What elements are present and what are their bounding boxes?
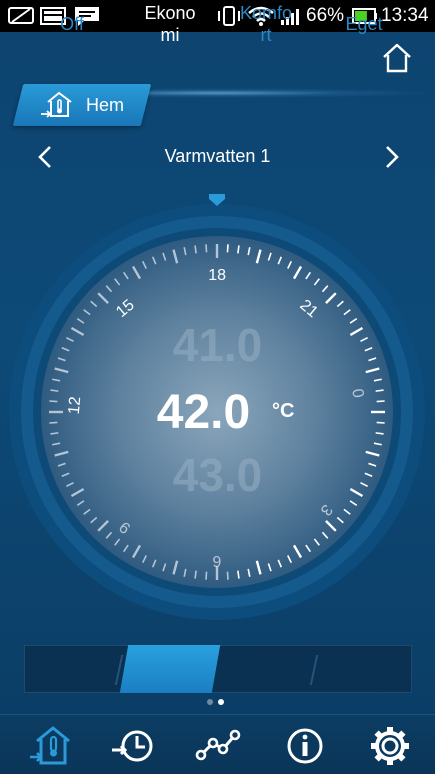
breadcrumb-content: Hem bbox=[40, 84, 124, 126]
house-thermometer-icon bbox=[41, 91, 72, 118]
title-row: Varmvatten 1 bbox=[0, 140, 435, 174]
next-temperature: 43.0 bbox=[172, 449, 263, 501]
dial-tick bbox=[205, 571, 208, 580]
page-dot bbox=[207, 699, 213, 705]
dial-hour-label: 6 bbox=[212, 552, 221, 569]
mode-ekonomi[interactable]: Ekono mi bbox=[124, 0, 216, 48]
mode-active-highlight bbox=[119, 645, 221, 693]
dial-tick bbox=[226, 244, 229, 253]
breadcrumb-label: Hem bbox=[86, 94, 125, 115]
info-icon[interactable] bbox=[282, 723, 328, 769]
home-icon[interactable] bbox=[27, 723, 73, 769]
current-temperature: 42.0 bbox=[156, 386, 251, 439]
dial-hour-label: 18 bbox=[208, 267, 226, 284]
schedule-clock-icon[interactable] bbox=[110, 723, 156, 769]
temperature-unit: °C bbox=[272, 400, 295, 422]
page-indicator bbox=[207, 699, 224, 705]
mode-label: Eget bbox=[345, 14, 383, 34]
settings-gear-icon[interactable] bbox=[367, 723, 413, 769]
dial-tick bbox=[237, 570, 240, 579]
dial-tick bbox=[194, 570, 197, 579]
mode-label: Off bbox=[60, 14, 84, 34]
page-dot-active bbox=[218, 699, 224, 705]
mode-label: Komfo bbox=[239, 3, 293, 23]
chevron-right-icon[interactable] bbox=[378, 144, 404, 170]
mode-eget[interactable]: Eget bbox=[316, 0, 412, 48]
dial-tick bbox=[237, 245, 240, 254]
bottom-navigation bbox=[0, 714, 435, 774]
dial-tick bbox=[194, 245, 197, 254]
mode-label-line2: mi bbox=[160, 25, 180, 45]
mode-label-line2: rt bbox=[260, 25, 272, 45]
mode-komfort[interactable]: Komfo rt bbox=[218, 0, 314, 48]
mode-off[interactable]: Off bbox=[24, 0, 120, 48]
statistics-graph-icon[interactable] bbox=[195, 723, 241, 769]
dial-tick bbox=[205, 244, 208, 253]
previous-temperature: 41.0 bbox=[172, 319, 263, 371]
page-title: Varmvatten 1 bbox=[164, 146, 271, 166]
mode-label: Ekono bbox=[144, 3, 196, 23]
dial-tick bbox=[226, 571, 229, 580]
